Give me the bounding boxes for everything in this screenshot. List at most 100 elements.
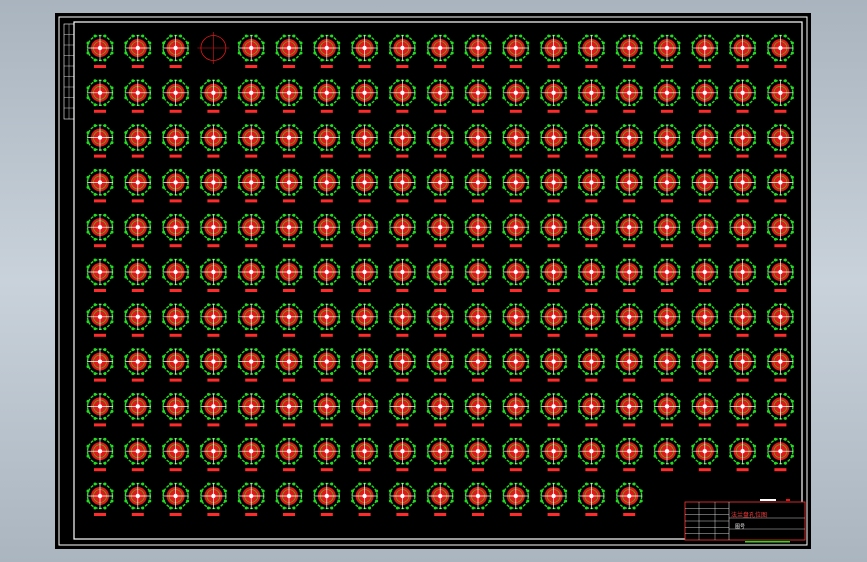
bolt-hole (186, 275, 190, 279)
bolt-hole (577, 265, 581, 269)
flange-symbol (766, 168, 794, 203)
bolt-hole (653, 444, 657, 448)
bolt-hole (547, 372, 551, 376)
bolt-hole (488, 320, 492, 324)
bolt-hole (753, 320, 757, 324)
bolt-hole (358, 258, 362, 262)
bolt-hole (464, 275, 468, 279)
bolt-hole (773, 237, 777, 241)
bolt-hole (179, 237, 183, 241)
bolt-hole (351, 175, 355, 179)
bolt-hole (282, 148, 286, 152)
bolt-hole (601, 489, 605, 493)
bolt-hole (502, 131, 506, 135)
flange-symbol (615, 392, 643, 427)
bolt-hole (639, 86, 643, 90)
bolt-hole (557, 461, 561, 465)
bolt-hole (206, 348, 210, 352)
bolt-hole (753, 185, 757, 189)
bolt-hole (615, 131, 619, 135)
bolt-hole (464, 41, 468, 45)
flange-symbol (86, 168, 114, 203)
bolt-hole (375, 444, 379, 448)
bolt-hole (464, 141, 468, 145)
flange-label-mark (434, 333, 447, 337)
flange-symbol (86, 124, 114, 158)
bolt-hole (540, 96, 544, 100)
bolt-hole (282, 372, 286, 376)
flange-label-mark (396, 333, 409, 337)
bolt-hole (426, 41, 430, 45)
bolt-hole (179, 258, 183, 262)
flange-symbol (275, 348, 303, 382)
flange-symbol (540, 437, 568, 472)
bolt-hole (368, 79, 372, 83)
bolt-hole (395, 372, 399, 376)
flange-symbol (691, 437, 719, 472)
bolt-hole (388, 489, 392, 493)
flange-center (135, 45, 140, 51)
bolt-hole (540, 355, 544, 359)
flange-label-mark (774, 468, 787, 472)
bolt-hole (783, 168, 787, 172)
flange-symbol (388, 258, 416, 292)
bolt-hole (540, 131, 544, 135)
flange-symbol (502, 258, 530, 292)
bolt-hole (443, 461, 447, 465)
bolt-hole (86, 230, 90, 234)
bolt-hole (502, 86, 506, 90)
bolt-hole (395, 213, 399, 217)
bolt-hole (179, 34, 183, 38)
flange-label-mark (509, 378, 522, 382)
bolt-hole (691, 51, 695, 55)
flange-label-mark (320, 244, 333, 248)
flange-center (589, 90, 594, 96)
flange-center (438, 180, 443, 185)
bolt-hole (426, 185, 430, 189)
bolt-hole (783, 148, 787, 152)
bolt-hole (223, 131, 227, 135)
flange-symbol (351, 168, 379, 203)
bolt-hole (313, 86, 317, 90)
bolt-hole (426, 51, 430, 55)
flange-symbol (729, 34, 757, 68)
flange-symbol (426, 79, 454, 113)
bolt-hole (186, 444, 190, 448)
bolt-hole (557, 482, 561, 486)
flange-symbol (653, 392, 681, 427)
bolt-hole (162, 51, 166, 55)
bolt-hole (254, 258, 258, 262)
bolt-hole (540, 41, 544, 45)
flange-symbol (86, 213, 114, 248)
bolt-hole (103, 34, 107, 38)
bolt-hole (368, 103, 372, 107)
bolt-hole (199, 141, 203, 145)
bolt-hole (405, 79, 409, 83)
flange-center (211, 225, 216, 230)
bolt-hole (639, 365, 643, 369)
bolt-hole (216, 192, 220, 196)
bolt-hole (773, 79, 777, 83)
bolt-hole (131, 372, 135, 376)
bolt-hole (557, 237, 561, 241)
flange-symbol (275, 437, 303, 472)
bolt-hole (261, 320, 265, 324)
bolt-hole (540, 265, 544, 269)
bolt-hole (93, 258, 97, 262)
flange-label-mark (472, 199, 484, 203)
bolt-hole (93, 282, 97, 286)
flange-center (740, 314, 745, 319)
bolt-hole (93, 124, 97, 128)
bolt-hole (564, 275, 568, 279)
flange-center (627, 493, 632, 499)
bolt-hole (169, 34, 173, 38)
bolt-hole (557, 213, 561, 217)
bolt-hole (564, 96, 568, 100)
bolt-hole (540, 454, 544, 458)
bolt-hole (746, 34, 750, 38)
bolt-hole (351, 51, 355, 55)
bolt-hole (254, 148, 258, 152)
bolt-hole (368, 258, 372, 262)
bolt-hole (86, 51, 90, 55)
bolt-hole (110, 96, 114, 100)
